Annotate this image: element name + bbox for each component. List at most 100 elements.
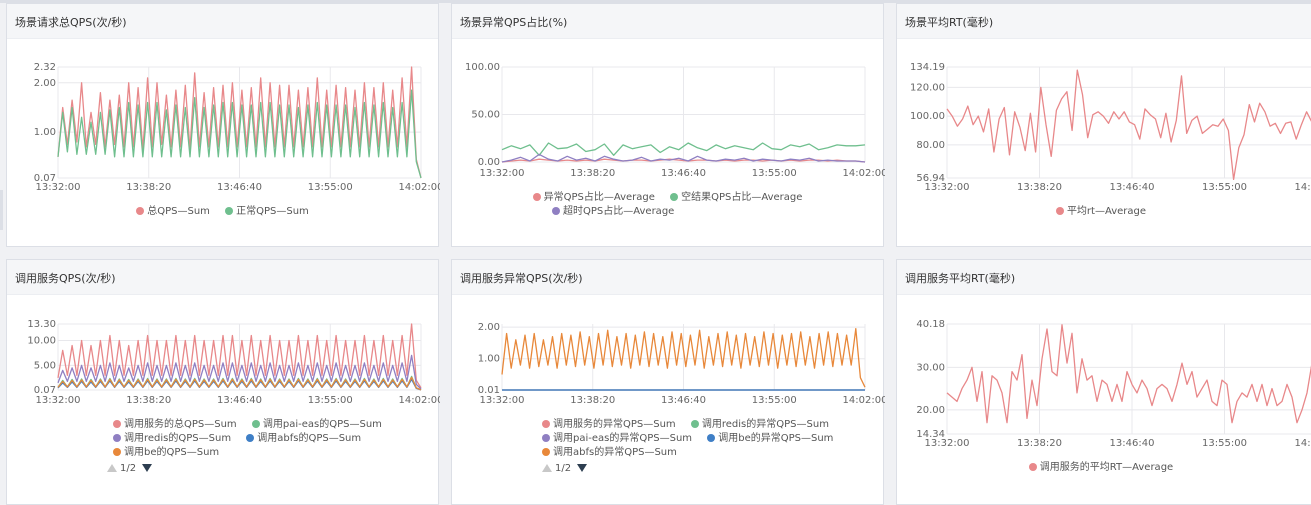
x-tick-label: 13:55:00 <box>308 182 353 193</box>
legend-dot-icon <box>542 448 550 456</box>
x-tick-label: 13:46:40 <box>217 182 262 193</box>
y-tick-label: 2.32 <box>34 62 56 73</box>
legend-item[interactable]: 调用redis的QPS—Sum <box>113 432 231 446</box>
legend-label: 调用服务的总QPS—Sum <box>124 419 237 430</box>
panel-title: 场景平均RT(毫秒) <box>905 16 994 29</box>
y-tick-label: 5.00 <box>34 360 56 371</box>
legend-item[interactable]: 调用服务的平均RT—Average <box>1028 461 1173 475</box>
legend-item[interactable]: 调用abfs的QPS—Sum <box>246 432 361 446</box>
triangle-up-icon[interactable] <box>542 464 552 472</box>
legend-item[interactable]: 调用pai-eas的异常QPS—Sum <box>542 432 692 446</box>
legend-dot-icon <box>707 434 716 442</box>
line-chart: 0.071.002.002.3213:32:00 13:38:20 13:46:40… <box>34 62 440 193</box>
triangle-down-icon[interactable] <box>142 464 153 472</box>
legend-item[interactable]: 调用服务的异常QPS—Sum <box>542 418 676 432</box>
x-tick-label: 13:46:40 <box>217 395 262 406</box>
x-tick-label: 13:38:20 <box>570 168 615 179</box>
x-tick-label: 13:38:20 <box>126 182 171 193</box>
left-drag-handle[interactable] <box>0 190 3 230</box>
legend-item[interactable]: 调用服务的总QPS—Sum <box>113 418 237 432</box>
legend-row: 超时QPS占比—Average <box>452 205 883 219</box>
y-tick-label: 30.00 <box>916 362 945 373</box>
legend-dot-icon <box>251 420 260 428</box>
panel-header: 调用服务平均RT(毫秒) <box>897 260 1311 295</box>
legend-label: 调用redis的异常QPS—Sum <box>701 419 829 430</box>
legend-item[interactable]: 调用be的异常QPS—Sum <box>707 432 833 446</box>
x-tick-label: 13:55:00 <box>752 168 797 179</box>
legend-row: 调用服务的总QPS—Sum 调用pai-eas的QPS—Sum <box>7 418 438 432</box>
legend-label: 调用pai-eas的QPS—Sum <box>262 419 382 430</box>
panel-header: 场景平均RT(毫秒) <box>897 4 1311 39</box>
x-tick-label: 13:32:00 <box>36 182 81 193</box>
legend-label: 调用be的QPS—Sum <box>124 447 220 458</box>
line-chart: 56.9480.00100.00120.00134.1913:32:00 13:3… <box>910 62 1311 193</box>
legend-dot-icon <box>136 207 145 215</box>
panel-service-qps: 调用服务QPS(次/秒) 0.07 5.00 10.00 13.30 13:32:00 1… <box>6 259 440 505</box>
legend-dot-icon <box>113 434 121 442</box>
triangle-up-icon[interactable] <box>107 464 117 472</box>
legend-item[interactable]: 调用redis的异常QPS—Sum <box>690 418 829 432</box>
legend-dot-icon <box>113 448 121 456</box>
y-tick-label: 80.00 <box>916 140 945 151</box>
legend-label: 调用abfs的QPS—Sum <box>257 433 362 444</box>
y-tick-label: 100.00 <box>465 62 500 73</box>
x-tick-label: 14:02:00 <box>1295 438 1311 449</box>
y-tick-label: 20.00 <box>916 405 945 416</box>
legend-label: 调用redis的QPS—Sum <box>124 433 232 444</box>
y-tick-label: 100.00 <box>910 111 945 122</box>
x-tick-label: 13:55:00 <box>1202 182 1247 193</box>
chart-legend: 调用服务的平均RT—Average <box>897 461 1305 475</box>
chart-legend: 调用服务的异常QPS—Sum 调用redis的异常QPS—Sum 调用pai-e… <box>452 418 883 460</box>
panel-title: 调用服务异常QPS(次/秒) <box>460 272 583 285</box>
x-tick-label: 13:32:00 <box>36 395 81 406</box>
x-tick-label: 13:38:20 <box>1017 438 1062 449</box>
legend-row: 调用be的QPS—Sum <box>7 446 438 460</box>
x-tick-label: 13:46:40 <box>1110 182 1155 193</box>
legend-item[interactable]: 空结果QPS占比—Average <box>670 191 802 205</box>
legend-label: 空结果QPS占比—Average <box>681 192 803 203</box>
legend-item[interactable]: 正常QPS—Sum <box>225 205 309 219</box>
legend-label: 调用pai-eas的异常QPS—Sum <box>553 433 693 444</box>
x-tick-label: 14:02:00 <box>399 182 440 193</box>
y-tick-label: 50.00 <box>471 110 500 121</box>
legend-label: 异常QPS占比—Average <box>543 192 655 203</box>
legend-dot-icon <box>246 434 255 442</box>
panel-service-error-qps: 调用服务异常QPS(次/秒) 0.01 1.00 2.00 13:32:00 13:38… <box>451 259 885 505</box>
x-tick-label: 13:38:20 <box>570 395 615 406</box>
legend-item[interactable]: 调用pai-eas的QPS—Sum <box>251 418 382 432</box>
x-tick-label: 13:46:40 <box>661 395 706 406</box>
panel-scene-total-qps: 场景请求总QPS(次/秒) 0.07 1.00 2.00 2.32 13:32:00 13… <box>6 3 440 247</box>
legend-row: 调用redis的QPS—Sum 调用abfs的QPS—Sum <box>7 432 438 446</box>
triangle-down-icon[interactable] <box>577 464 588 472</box>
y-tick-label: 2.00 <box>478 322 500 333</box>
legend-label: 正常QPS—Sum <box>236 206 309 217</box>
series-line <box>946 324 1311 424</box>
legend-item[interactable]: 调用abfs的异常QPS—Sum <box>542 446 677 460</box>
x-tick-label: 13:38:20 <box>126 395 171 406</box>
x-tick-label: 13:32:00 <box>480 168 525 179</box>
legend-dot-icon <box>542 420 550 428</box>
panel-scene-avg-rt: 场景平均RT(毫秒) 56.94 80.00 100.00 120.00 134.19 1… <box>896 3 1311 247</box>
panel-header: 场景请求总QPS(次/秒) <box>7 4 438 39</box>
legend-item[interactable]: 总QPS—Sum <box>136 205 210 219</box>
x-tick-label: 13:32:00 <box>925 438 970 449</box>
legend-item[interactable]: 异常QPS占比—Average <box>532 191 655 205</box>
legend-label: 调用服务的异常QPS—Sum <box>553 419 676 430</box>
legend-item[interactable]: 平均rt—Average <box>1055 205 1146 219</box>
legend-dot-icon <box>532 193 541 201</box>
panel-header: 调用服务异常QPS(次/秒) <box>452 260 883 295</box>
x-tick-label: 14:02:00 <box>399 395 440 406</box>
panel-header: 调用服务QPS(次/秒) <box>7 260 438 295</box>
legend-item[interactable]: 调用be的QPS—Sum <box>113 446 219 460</box>
x-tick-label: 13:32:00 <box>925 182 970 193</box>
y-tick-label: 2.00 <box>34 78 56 89</box>
y-tick-label: 0.00 <box>478 157 500 168</box>
x-tick-label: 13:38:20 <box>1017 182 1062 193</box>
legend-dot-icon <box>1028 463 1037 471</box>
legend-item[interactable]: 超时QPS占比—Average <box>552 205 674 219</box>
x-tick-label: 13:46:40 <box>1110 438 1155 449</box>
legend-row: 调用服务的平均RT—Average <box>897 461 1305 475</box>
chart-legend: 总QPS—Sum 正常QPS—Sum <box>7 205 438 219</box>
legend-label: 调用abfs的异常QPS—Sum <box>553 447 677 458</box>
series-line <box>946 69 1311 181</box>
